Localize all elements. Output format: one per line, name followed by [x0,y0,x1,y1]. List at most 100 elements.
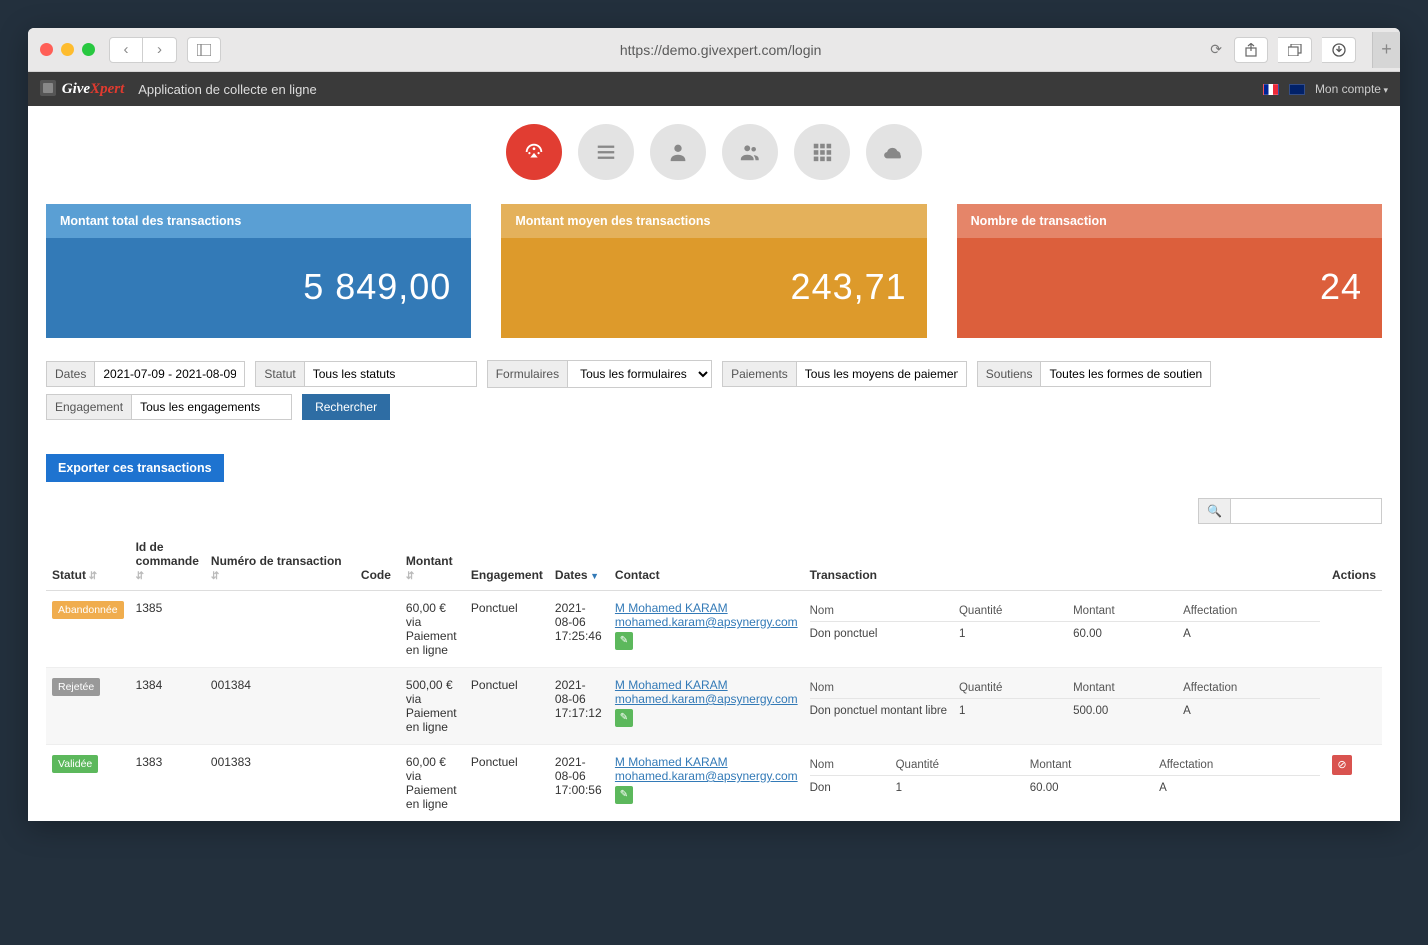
search-icon: 🔍 [1199,499,1231,523]
cell-contact: M Mohamed KARAM mohamed.karam@apsynergy.… [609,745,804,822]
cell-code [355,591,400,668]
th-dates[interactable]: Dates [549,532,609,591]
forward-button[interactable]: › [143,37,177,63]
th-statut[interactable]: Statut [46,532,130,591]
th-contact[interactable]: Contact [609,532,804,591]
sidebar-toggle-button[interactable] [187,37,221,63]
nav-user[interactable] [650,124,706,180]
cell-engagement: Ponctuel [465,591,549,668]
th-code[interactable]: Code [355,532,400,591]
tabs-button[interactable] [1278,37,1312,63]
main-nav [28,106,1400,204]
app-header: GiveXpert Application de collecte en lig… [28,72,1400,106]
edit-contact-icon[interactable]: ✎ [615,632,633,650]
delete-icon[interactable]: ⊘ [1332,755,1352,775]
account-menu[interactable]: Mon compte [1315,82,1388,96]
export-button[interactable]: Exporter ces transactions [46,454,224,482]
th-actions[interactable]: Actions [1326,532,1382,591]
minimize-window-button[interactable] [61,43,74,56]
cell-txn-number: 001383 [205,745,355,822]
edit-contact-icon[interactable]: ✎ [615,709,633,727]
table-row: Validée 1383 001383 60,00 €viaPaiement e… [46,745,1382,822]
transactions-table: Statut Id de commande Numéro de transact… [46,532,1382,821]
cell-engagement: Ponctuel [465,668,549,745]
contact-name-link[interactable]: M Mohamed KARAM [615,678,798,692]
app-logo[interactable]: GiveXpert [40,80,124,98]
nav-dashboard[interactable] [506,124,562,180]
contact-name-link[interactable]: M Mohamed KARAM [615,755,798,769]
filter-statut: Statut [255,361,476,387]
flag-fr-icon[interactable] [1263,84,1279,95]
filter-engagement-input[interactable] [131,395,291,419]
stat-total-label: Montant total des transactions [46,204,471,238]
cell-transaction: NomQuantitéMontantAffectation Don ponctu… [804,591,1326,668]
cell-order-id: 1384 [130,668,205,745]
cell-order-id: 1383 [130,745,205,822]
flag-uk-icon[interactable] [1289,84,1305,95]
nav-grid[interactable] [794,124,850,180]
cell-code [355,668,400,745]
close-window-button[interactable] [40,43,53,56]
status-badge: Abandonnée [52,601,124,619]
table-search-input[interactable] [1231,499,1381,523]
stat-avg-value: 243,71 [501,238,926,338]
th-engagement[interactable]: Engagement [465,532,549,591]
stat-avg-label: Montant moyen des transactions [501,204,926,238]
cell-code [355,745,400,822]
filter-soutiens-input[interactable] [1040,362,1210,386]
new-tab-button[interactable]: + [1372,32,1400,68]
address-bar[interactable]: https://demo.givexpert.com/login [231,42,1210,58]
app-title: Application de collecte en ligne [138,82,317,97]
share-button[interactable] [1234,37,1268,63]
maximize-window-button[interactable] [82,43,95,56]
filter-dates-input[interactable] [94,362,244,386]
user-icon [667,141,689,163]
downloads-button[interactable] [1322,37,1356,63]
back-button[interactable]: ‹ [109,37,143,63]
filter-formulaires: Formulaires Tous les formulaires [487,360,712,388]
cell-actions: ⊘ [1326,745,1382,822]
nav-users[interactable] [722,124,778,180]
th-id-commande[interactable]: Id de commande [130,532,205,591]
nav-list[interactable] [578,124,634,180]
th-numero[interactable]: Numéro de transaction [205,532,355,591]
filter-paiements-input[interactable] [796,362,966,386]
list-icon [595,141,617,163]
cell-contact: M Mohamed KARAM mohamed.karam@apsynergy.… [609,668,804,745]
filter-dates: Dates [46,361,245,387]
filters: Dates Statut Formulaires Tous les formul… [28,356,1400,436]
cell-amount: 60,00 €viaPaiement en ligne [400,745,465,822]
status-badge: Rejetée [52,678,100,696]
grid-icon [811,141,833,163]
filter-paiements: Paiements [722,361,967,387]
cell-order-id: 1385 [130,591,205,668]
cell-amount: 500,00 €viaPaiement en ligne [400,668,465,745]
search-button[interactable]: Rechercher [302,394,390,420]
users-icon [739,141,761,163]
cell-amount: 60,00 €viaPaiement en ligne [400,591,465,668]
cell-txn-number: 001384 [205,668,355,745]
filter-formulaires-select[interactable]: Tous les formulaires [567,361,711,387]
edit-contact-icon[interactable]: ✎ [615,786,633,804]
cell-actions [1326,668,1382,745]
stat-count-value: 24 [957,238,1382,338]
cell-date: 2021-08-0617:00:56 [549,745,609,822]
stat-count: Nombre de transaction 24 [957,204,1382,338]
cell-transaction: NomQuantitéMontantAffectation Don ponctu… [804,668,1326,745]
reload-icon[interactable]: ⟳ [1210,41,1222,58]
cell-date: 2021-08-0617:17:12 [549,668,609,745]
nav-download[interactable] [866,124,922,180]
th-montant[interactable]: Montant [400,532,465,591]
filter-soutiens: Soutiens [977,361,1212,387]
url-text: https://demo.givexpert.com/login [620,42,822,58]
contact-email-link[interactable]: mohamed.karam@apsynergy.com [615,769,798,783]
stat-total: Montant total des transactions 5 849,00 [46,204,471,338]
contact-email-link[interactable]: mohamed.karam@apsynergy.com [615,615,798,629]
contact-name-link[interactable]: M Mohamed KARAM [615,601,798,615]
th-transaction[interactable]: Transaction [804,532,1326,591]
filter-statut-input[interactable] [304,362,476,386]
contact-email-link[interactable]: mohamed.karam@apsynergy.com [615,692,798,706]
cell-contact: M Mohamed KARAM mohamed.karam@apsynergy.… [609,591,804,668]
stats-row: Montant total des transactions 5 849,00 … [28,204,1400,356]
cloud-download-icon [883,141,905,163]
